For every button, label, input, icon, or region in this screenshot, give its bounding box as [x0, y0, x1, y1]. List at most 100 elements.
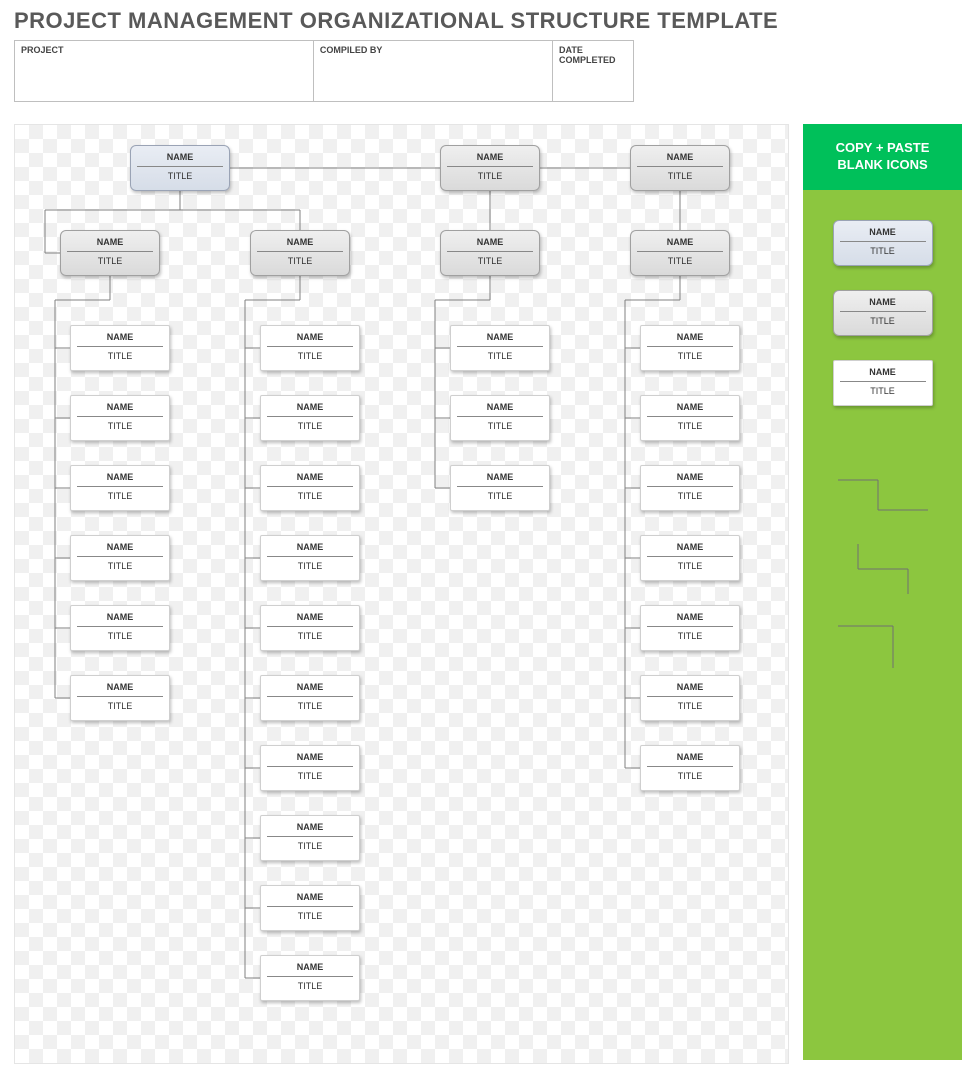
- org-node-title: TITLE: [261, 631, 359, 641]
- org-node[interactable]: NAMETITLE: [260, 325, 360, 371]
- org-node-title: TITLE: [451, 421, 549, 431]
- org-node[interactable]: NAME TITLE: [640, 325, 740, 371]
- org-node-name: NAME: [261, 612, 359, 622]
- org-node-name: NAME: [261, 892, 359, 902]
- org-node[interactable]: NAMETITLE: [250, 230, 350, 276]
- connector-sample-1[interactable]: [838, 470, 928, 520]
- org-node-name: NAME: [641, 472, 739, 482]
- org-node-name: NAME: [834, 227, 932, 237]
- compiled-by-label: COMPILED BY: [314, 41, 552, 57]
- org-node-name: NAME: [251, 237, 349, 247]
- org-node[interactable]: NAME TITLE: [450, 465, 550, 511]
- org-node[interactable]: NAME TITLE: [260, 465, 360, 511]
- org-node-title: TITLE: [261, 911, 359, 921]
- org-node-title: TITLE: [451, 491, 549, 501]
- org-node[interactable]: NAME TITLE: [260, 605, 360, 651]
- org-node-title: TITLE: [441, 256, 539, 266]
- org-node[interactable]: NAMETITLE: [440, 145, 540, 191]
- org-node-name: NAME: [451, 332, 549, 342]
- org-node-title: TITLE: [71, 351, 169, 361]
- org-node-title: TITLE: [834, 386, 932, 396]
- org-node-title: TITLE: [261, 701, 359, 711]
- org-chart-canvas[interactable]: NAME TITLE NAME TITLE NAME TITLE NAME TITLE NAME…: [14, 124, 789, 1064]
- org-node[interactable]: NAMETITLE: [630, 145, 730, 191]
- org-node-name: NAME: [261, 472, 359, 482]
- org-node[interactable]: NAMETITLE: [70, 605, 170, 651]
- org-node-title: TITLE: [261, 771, 359, 781]
- org-node-name: NAME: [261, 682, 359, 692]
- org-node[interactable]: NAMETITLE: [60, 230, 160, 276]
- org-node-title: TITLE: [641, 351, 739, 361]
- org-node-name: NAME: [441, 237, 539, 247]
- date-completed-input[interactable]: [553, 67, 633, 101]
- org-node-title: TITLE: [451, 351, 549, 361]
- org-node-title: TITLE: [631, 256, 729, 266]
- project-label: PROJECT: [15, 41, 313, 57]
- palette-node-white[interactable]: NAME TITLE: [833, 360, 933, 406]
- org-node-name: NAME: [261, 402, 359, 412]
- org-node-name: NAME: [641, 542, 739, 552]
- org-node[interactable]: NAMETITLE: [450, 395, 550, 441]
- org-node-name: NAME: [641, 682, 739, 692]
- org-node[interactable]: NAME TITLE: [260, 745, 360, 791]
- org-node-title: TITLE: [71, 701, 169, 711]
- org-node[interactable]: NAMETITLE: [130, 145, 230, 191]
- project-input[interactable]: [15, 57, 313, 91]
- org-node[interactable]: NAMETITLE: [70, 395, 170, 441]
- org-node-name: NAME: [71, 682, 169, 692]
- palette-node-blue[interactable]: NAME TITLE: [833, 220, 933, 266]
- org-node[interactable]: NAME TITLE: [260, 395, 360, 441]
- compiled-by-input[interactable]: [314, 57, 552, 91]
- org-node-name: NAME: [631, 237, 729, 247]
- org-node-name: NAME: [451, 472, 549, 482]
- org-node[interactable]: NAME TITLE: [70, 325, 170, 371]
- org-node-title: TITLE: [261, 841, 359, 851]
- org-node[interactable]: NAME TITLE: [630, 230, 730, 276]
- org-node[interactable]: NAME TITLE: [640, 605, 740, 651]
- org-node[interactable]: NAME TITLE: [70, 675, 170, 721]
- org-node-title: TITLE: [71, 561, 169, 571]
- org-node[interactable]: NAMETITLE: [640, 395, 740, 441]
- org-node-title: TITLE: [261, 421, 359, 431]
- palette-sidebar: COPY + PASTE BLANK ICONS NAME TITLE NAME TI…: [803, 124, 962, 1064]
- org-node[interactable]: NAME TITLE: [260, 815, 360, 861]
- org-node-title: TITLE: [641, 701, 739, 711]
- org-node[interactable]: NAMETITLE: [640, 745, 740, 791]
- org-node-name: NAME: [71, 542, 169, 552]
- org-node[interactable]: NAMETITLE: [260, 535, 360, 581]
- org-node-title: TITLE: [641, 771, 739, 781]
- org-node-name: NAME: [441, 152, 539, 162]
- org-node[interactable]: NAME TITLE: [260, 885, 360, 931]
- org-node-name: NAME: [71, 332, 169, 342]
- org-node-name: NAME: [631, 152, 729, 162]
- org-node-name: NAME: [834, 367, 932, 377]
- palette-node-grey[interactable]: NAME TITLE: [833, 290, 933, 336]
- org-node-name: NAME: [261, 752, 359, 762]
- org-node[interactable]: NAMETITLE: [640, 535, 740, 581]
- org-node-title: TITLE: [261, 981, 359, 991]
- org-node[interactable]: NAME TITLE: [440, 230, 540, 276]
- org-node-name: NAME: [834, 297, 932, 307]
- meta-table: PROJECT COMPILED BY DATE COMPLETED: [14, 40, 634, 102]
- org-node[interactable]: NAME TITLE: [70, 465, 170, 511]
- org-node-title: TITLE: [834, 246, 932, 256]
- org-node-title: TITLE: [834, 316, 932, 326]
- org-node-name: NAME: [71, 472, 169, 482]
- org-node[interactable]: NAME TITLE: [260, 675, 360, 721]
- org-node[interactable]: NAME TITLE: [450, 325, 550, 371]
- org-node-name: NAME: [641, 332, 739, 342]
- org-node-title: TITLE: [261, 351, 359, 361]
- org-node-title: TITLE: [71, 491, 169, 501]
- connector-sample-2[interactable]: [838, 544, 928, 594]
- org-node-title: TITLE: [261, 491, 359, 501]
- org-node-name: NAME: [641, 612, 739, 622]
- palette-header: COPY + PASTE BLANK ICONS: [803, 124, 962, 190]
- org-node-name: NAME: [261, 822, 359, 832]
- org-node[interactable]: NAMETITLE: [260, 955, 360, 1001]
- connector-sample-3[interactable]: [838, 618, 928, 668]
- org-node-title: TITLE: [641, 631, 739, 641]
- date-completed-label: DATE COMPLETED: [553, 41, 633, 67]
- org-node[interactable]: NAME TITLE: [70, 535, 170, 581]
- org-node[interactable]: NAMETITLE: [640, 465, 740, 511]
- org-node[interactable]: NAME TITLE: [640, 675, 740, 721]
